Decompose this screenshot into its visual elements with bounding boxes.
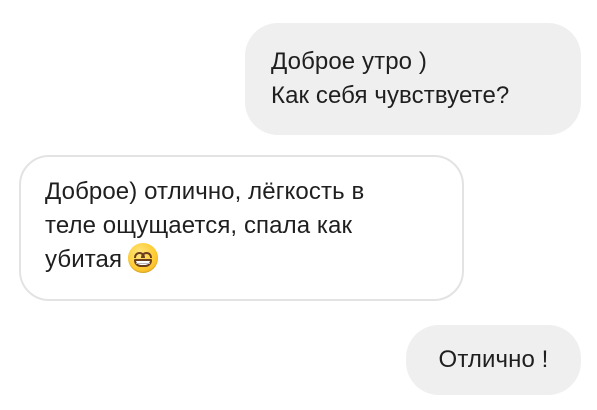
message-bubble-outgoing[interactable]: Отлично ! <box>406 325 581 395</box>
message-text-line: Как себя чувствуете? <box>271 82 510 109</box>
message-text: убитая <box>45 246 123 273</box>
message-text-line: Отлично ! <box>438 346 549 373</box>
grinning-face-emoji-icon <box>128 243 159 273</box>
message-text-line: Доброе утро ) <box>271 48 427 75</box>
message-text-line: теле ощущается, спала как <box>45 212 353 239</box>
message-text-line-with-emoji: убитая <box>45 243 438 277</box>
message-bubble-incoming[interactable]: Доброе) отлично, лёгкость в теле ощущает… <box>19 155 464 301</box>
message-text-line: Доброе) отлично, лёгкость в <box>45 178 365 205</box>
message-bubble-outgoing[interactable]: Доброе утро ) Как себя чувствуете? <box>245 23 581 135</box>
chat-screen: { "messages": [ { "direction": "outgoing… <box>0 0 597 410</box>
